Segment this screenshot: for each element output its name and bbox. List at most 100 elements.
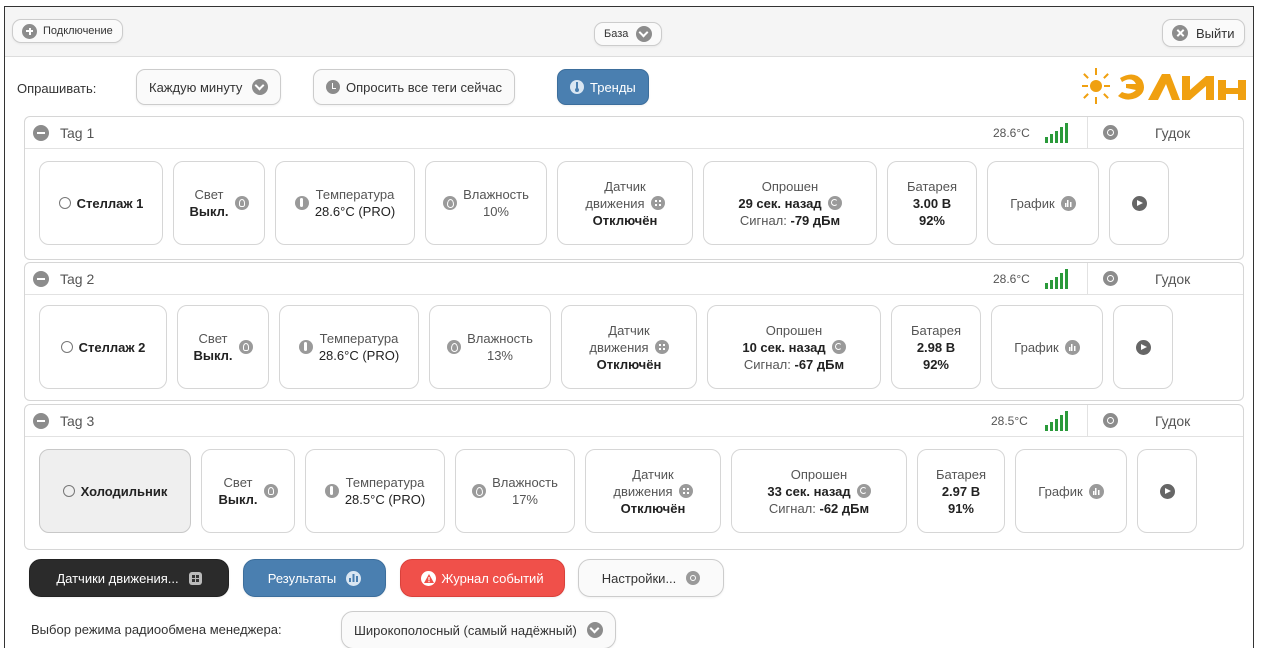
grid-icon bbox=[678, 484, 693, 498]
battery-cell: Батарея 3.00 В 92% bbox=[887, 161, 977, 245]
location-cell[interactable]: Стеллаж 1 bbox=[39, 161, 163, 245]
battery-percent: 92% bbox=[918, 212, 945, 228]
location-cell[interactable]: Стеллаж 2 bbox=[39, 305, 167, 389]
beep-button[interactable]: Гудок bbox=[1155, 271, 1190, 287]
light-label: Свет bbox=[198, 331, 228, 346]
details-cell[interactable] bbox=[1137, 449, 1197, 533]
close-icon bbox=[1172, 25, 1188, 41]
motion-label-2: движения bbox=[589, 339, 649, 355]
water-drop-icon bbox=[447, 340, 462, 354]
beep-button[interactable]: Гудок bbox=[1155, 125, 1190, 141]
header-temperature: 28.6°C bbox=[993, 126, 1030, 140]
poll-label: Опрашивать: bbox=[17, 81, 97, 96]
refresh-icon[interactable] bbox=[827, 196, 842, 210]
collapse-icon[interactable] bbox=[33, 125, 49, 141]
motion-cell[interactable]: Датчик движения Отключён bbox=[557, 161, 693, 245]
poll-interval-value: Каждую минуту bbox=[149, 79, 243, 95]
radio-mode-label: Выбор режима радиообмена менеджера: bbox=[31, 622, 282, 637]
poll-all-button[interactable]: Опросить все теги сейчас bbox=[313, 69, 515, 105]
temperature-label: Температура bbox=[319, 331, 399, 346]
search-icon[interactable] bbox=[1103, 413, 1118, 428]
radio-icon bbox=[60, 341, 73, 353]
tag-panel-3: Tag 3 28.5°C Гудок Холодильник Свет Выкл.… bbox=[24, 404, 1244, 550]
temperature-label: Температура bbox=[315, 187, 395, 202]
graph-cell[interactable]: График bbox=[987, 161, 1099, 245]
connect-label: Подключение bbox=[43, 25, 113, 37]
graph-cell[interactable]: График bbox=[1015, 449, 1127, 533]
trends-button[interactable]: Тренды bbox=[557, 69, 649, 105]
beep-button[interactable]: Гудок bbox=[1155, 413, 1190, 429]
battery-cell: Батарея 2.98 В 92% bbox=[891, 305, 981, 389]
humidity-cell[interactable]: Влажность 10% bbox=[425, 161, 547, 245]
event-log-label: Журнал событий bbox=[441, 570, 544, 586]
humidity-cell[interactable]: Влажность 17% bbox=[455, 449, 575, 533]
humidity-label: Влажность bbox=[492, 475, 558, 490]
top-bar: Подключение База Выйти bbox=[5, 7, 1253, 57]
humidity-cell[interactable]: Влажность 13% bbox=[429, 305, 551, 389]
header-temperature: 28.5°C bbox=[991, 414, 1028, 428]
battery-label: Батарея bbox=[906, 178, 957, 194]
light-cell[interactable]: Свет Выкл. bbox=[173, 161, 265, 245]
signal-label: Сигнал: bbox=[739, 212, 787, 228]
db-label: База bbox=[604, 28, 629, 40]
event-log-button[interactable]: Журнал событий bbox=[400, 559, 565, 597]
temperature-value: 28.6°C (PRO) bbox=[314, 204, 396, 219]
polled-label: Опрошен bbox=[765, 322, 823, 338]
graph-cell[interactable]: График bbox=[991, 305, 1103, 389]
signal-label: Сигнал: bbox=[768, 500, 816, 516]
separator bbox=[1087, 263, 1088, 294]
settings-button[interactable]: Настройки... bbox=[578, 559, 724, 597]
humidity-value: 17% bbox=[511, 492, 538, 507]
chevron-down-icon bbox=[636, 26, 653, 42]
gear-icon bbox=[686, 571, 701, 585]
poll-interval-select[interactable]: Каждую минуту bbox=[136, 69, 282, 105]
radio-mode-value: Широкополосный (самый надёжный) bbox=[354, 622, 577, 638]
polled-cell[interactable]: Опрошен 10 сек. назад Сигнал: -67 дБм bbox=[707, 305, 881, 389]
polled-cell[interactable]: Опрошен 33 сек. назад Сигнал: -62 дБм bbox=[731, 449, 907, 533]
light-cell[interactable]: Свет Выкл. bbox=[177, 305, 269, 389]
plus-icon bbox=[22, 23, 37, 39]
logout-button[interactable]: Выйти bbox=[1162, 19, 1245, 47]
motion-cell[interactable]: Датчик движения Отключён bbox=[561, 305, 697, 389]
details-cell[interactable] bbox=[1113, 305, 1173, 389]
location-cell[interactable]: Холодильник bbox=[39, 449, 191, 533]
humidity-value: 13% bbox=[486, 348, 513, 363]
temperature-cell[interactable]: Температура 28.6°C (PRO) bbox=[279, 305, 419, 389]
results-button[interactable]: Результаты bbox=[243, 559, 386, 597]
graph-label: График bbox=[1014, 339, 1059, 355]
refresh-icon[interactable] bbox=[856, 484, 871, 498]
tag-panel-2: Tag 2 28.6°C Гудок Стеллаж 2 Свет Выкл. Т… bbox=[24, 262, 1244, 401]
details-cell[interactable] bbox=[1109, 161, 1169, 245]
separator bbox=[1087, 405, 1088, 436]
radio-mode-select[interactable]: Широкополосный (самый надёжный) bbox=[341, 611, 616, 648]
tag-name: Tag 2 bbox=[60, 271, 95, 287]
refresh-clock-icon bbox=[326, 80, 340, 94]
signal-strength-icon bbox=[1045, 123, 1068, 143]
battery-label: Батарея bbox=[910, 322, 961, 338]
grid-icon bbox=[650, 196, 665, 210]
temperature-cell[interactable]: Температура 28.5°C (PRO) bbox=[305, 449, 445, 533]
polled-cell[interactable]: Опрошен 29 сек. назад Сигнал: -79 дБм bbox=[703, 161, 877, 245]
water-drop-icon bbox=[472, 484, 487, 498]
connect-button[interactable]: Подключение bbox=[12, 19, 123, 43]
thermometer-icon bbox=[324, 484, 339, 498]
search-icon[interactable] bbox=[1103, 271, 1118, 286]
tag-name: Tag 3 bbox=[60, 413, 95, 429]
collapse-icon[interactable] bbox=[33, 413, 49, 429]
db-select[interactable]: База bbox=[594, 22, 663, 46]
warning-icon bbox=[421, 570, 437, 586]
water-drop-icon bbox=[443, 196, 458, 210]
light-value: Выкл. bbox=[193, 348, 233, 363]
thermometer-icon bbox=[570, 80, 584, 94]
battery-percent: 91% bbox=[947, 500, 974, 516]
signal-value: -79 дБм bbox=[790, 212, 841, 228]
lightbulb-icon bbox=[263, 484, 278, 498]
light-cell[interactable]: Свет Выкл. bbox=[201, 449, 295, 533]
arrow-right-icon bbox=[1159, 483, 1175, 499]
motion-cell[interactable]: Датчик движения Отключён bbox=[585, 449, 721, 533]
search-icon[interactable] bbox=[1103, 125, 1118, 140]
motion-sensors-button[interactable]: Датчики движения... bbox=[29, 559, 229, 597]
temperature-cell[interactable]: Температура 28.6°C (PRO) bbox=[275, 161, 415, 245]
refresh-icon[interactable] bbox=[831, 340, 846, 354]
collapse-icon[interactable] bbox=[33, 271, 49, 287]
